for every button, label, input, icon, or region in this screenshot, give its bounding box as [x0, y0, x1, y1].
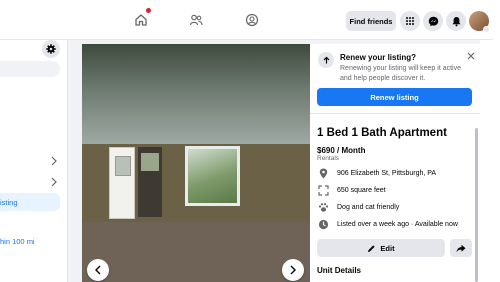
detail-text: Dog and cat friendly	[337, 203, 400, 211]
settings-gear-icon[interactable]	[42, 40, 60, 58]
listing-price: $690 / Month	[317, 146, 366, 155]
unit-details-heading: Unit Details	[317, 266, 362, 275]
previous-photo-button[interactable]	[87, 259, 109, 281]
pencil-icon	[368, 244, 376, 252]
menu-grid-icon[interactable]	[400, 11, 420, 31]
top-navigation-bar: Find friends	[0, 0, 500, 40]
next-photo-button[interactable]	[282, 259, 304, 281]
renew-title: Renew your listing?	[340, 53, 417, 62]
detail-text: 650 square feet	[337, 186, 386, 194]
listing-details-panel: Renew your listing? Renewing your listin…	[310, 44, 480, 282]
chevron-right-icon[interactable]	[50, 153, 58, 166]
renew-listing-button[interactable]: Renew listing	[317, 88, 472, 106]
edit-listing-button[interactable]: Edit	[317, 239, 445, 257]
detail-text: Listed over a week ago · Available now	[337, 220, 458, 228]
photo-window	[185, 146, 240, 206]
share-button[interactable]	[450, 239, 472, 257]
right-edge-strip	[480, 40, 500, 282]
panel-scrollbar[interactable]	[475, 128, 478, 282]
home-icon[interactable]	[131, 8, 151, 30]
photo-door	[109, 147, 135, 219]
detail-pets: Dog and cat friendly	[317, 201, 399, 213]
clock-icon	[317, 218, 329, 230]
chevron-right-icon[interactable]	[50, 174, 58, 187]
arrow-up-circle-icon	[318, 52, 334, 68]
listing-category: Rentals	[317, 155, 340, 162]
friends-icon[interactable]	[186, 10, 206, 30]
listing-photo	[82, 44, 310, 282]
share-arrow-icon	[456, 244, 466, 252]
detail-area: 650 square feet	[317, 184, 386, 196]
location-radius-link[interactable]: hin 100 mi	[0, 237, 35, 246]
chevron-left-icon	[95, 265, 101, 275]
listing-title: 1 Bed 1 Bath Apartment	[317, 127, 447, 139]
location-pin-icon	[317, 167, 329, 179]
detail-listed: Listed over a week ago · Available now	[317, 218, 458, 230]
messenger-icon[interactable]	[423, 11, 443, 31]
close-icon[interactable]	[466, 48, 476, 60]
paw-icon	[317, 201, 329, 213]
square-feet-icon	[317, 184, 329, 196]
detail-text: 906 Elizabeth St, Pittsburgh, PA	[337, 169, 437, 177]
notification-dot	[146, 8, 151, 13]
notifications-bell-icon[interactable]	[446, 11, 466, 31]
edit-label: Edit	[380, 243, 395, 253]
profile-circle-icon[interactable]	[242, 10, 262, 30]
photo-carpet	[82, 222, 310, 282]
photo-ceiling	[82, 44, 310, 144]
sidebar-item-create-listing[interactable]: isting	[0, 193, 60, 211]
renew-listing-card: Renew your listing? Renewing your listin…	[310, 44, 480, 114]
detail-address: 906 Elizabeth St, Pittsburgh, PA	[317, 167, 436, 179]
find-friends-button[interactable]: Find friends	[346, 11, 396, 31]
search-marketplace-input[interactable]	[0, 61, 60, 77]
window-edge	[493, 0, 500, 40]
account-chevron-icon[interactable]	[483, 26, 490, 33]
marketplace-sidebar: isting hin 100 mi	[0, 40, 68, 282]
chevron-right-icon	[290, 265, 296, 275]
photo-doorway	[138, 147, 162, 217]
renew-description: Renewing your listing will keep it activ…	[340, 65, 461, 82]
